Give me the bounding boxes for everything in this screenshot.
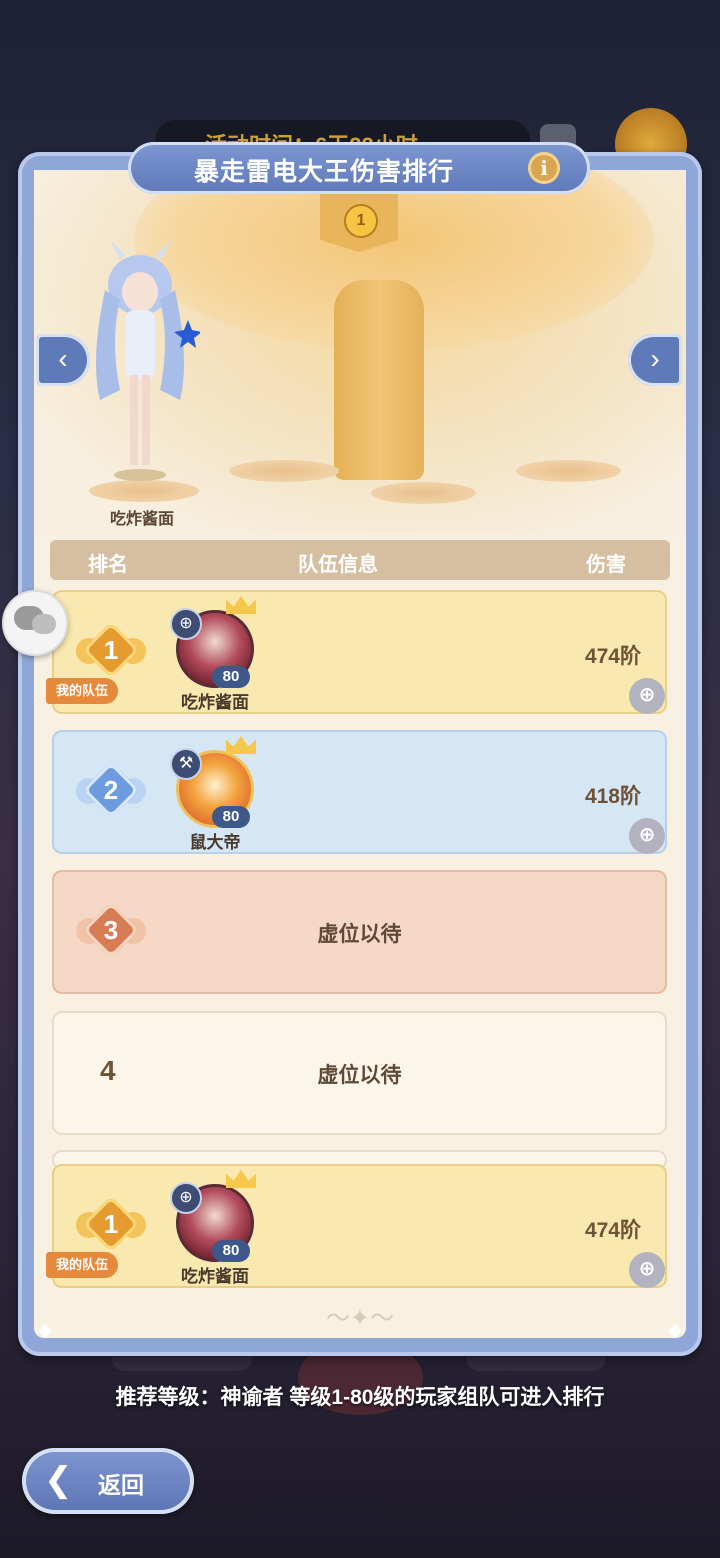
crosshair-icon: ⊕ — [170, 1182, 202, 1214]
level-requirement-text: 推荐等级：神谕者 等级1-80级的玩家组队可进入排行 — [115, 1386, 605, 1409]
crown-icon — [226, 736, 256, 754]
podium — [516, 460, 621, 482]
chevron-left-icon: ‹ — [58, 343, 68, 374]
ranking-row[interactable]: 2 ⚒ 80 鼠大帝 418阶 ⊕ — [52, 730, 667, 854]
next-boss-button[interactable]: › — [628, 334, 682, 386]
zoom-in-icon[interactable]: ⊕ — [629, 818, 665, 854]
empty-slot-text: 虚位以待 — [317, 1064, 402, 1087]
rank-1-badge: 1 — [76, 1195, 146, 1258]
member-name: 鼠大帝 — [189, 833, 241, 852]
rank-number: 2 — [103, 775, 119, 805]
ranking-row[interactable]: 1 ⊕ 80 吃炸酱面 474阶 ⊕ 我的队伍 — [46, 590, 667, 714]
chat-button[interactable] — [2, 590, 68, 656]
zoom-in-icon[interactable]: ⊕ — [629, 678, 665, 714]
chat-bubble-secondary — [32, 614, 56, 634]
member-level: 80 — [212, 806, 250, 828]
info-icon[interactable]: i — [528, 152, 560, 184]
tree-trunk — [334, 280, 424, 480]
rank-medal-icon: 1 — [344, 204, 378, 238]
back-arrow-icon: ❮ — [44, 1461, 73, 1499]
ranking-row: 4 虚位以待 — [52, 1011, 667, 1135]
rank-number: 1 — [103, 1209, 119, 1239]
rank-number: 1 — [103, 635, 119, 665]
member-level: 80 — [212, 666, 250, 688]
character-sprite[interactable] — [80, 240, 200, 490]
ranking-table-header: 排名 队伍信息 伤害 — [50, 540, 670, 580]
ranking-row: 3 虚位以待 — [52, 870, 667, 994]
my-team-row[interactable]: 1 ⊕ 80 吃炸酱面 474阶 ⊕ 我的队伍 — [46, 1164, 667, 1288]
my-team-tag: 我的队伍 — [46, 1252, 118, 1278]
back-button[interactable]: ❮ 返回 — [22, 1448, 194, 1514]
empty-slot-text: 虚位以待 — [317, 923, 402, 946]
damage-value: 418阶 — [584, 785, 641, 808]
member-name: 吃炸酱面 — [181, 693, 249, 712]
podium — [229, 460, 339, 482]
showcase-character-name: 吃炸酱面 — [109, 511, 174, 528]
header-damage: 伤害 — [586, 554, 626, 576]
member-name: 吃炸酱面 — [181, 1267, 249, 1286]
damage-value: 474阶 — [584, 645, 641, 668]
damage-value: 474阶 — [584, 1219, 641, 1242]
chevron-right-icon: › — [650, 343, 660, 374]
rank-1-badge: 1 — [76, 621, 146, 684]
panel-bottom-ornament: 〜✦〜 — [325, 1305, 395, 1332]
header-rank: 排名 — [88, 554, 128, 576]
header-team-info: 队伍信息 — [298, 554, 378, 576]
crown-icon — [226, 1170, 256, 1188]
rank-2-badge: 2 — [76, 761, 146, 824]
crown-icon — [226, 596, 256, 614]
top-rank-tag: 1 — [320, 192, 398, 252]
crosshair-icon: ⊕ — [170, 608, 202, 640]
panel-title-banner: 暴走雷电大王伤害排行 i — [128, 142, 590, 194]
back-button-label: 返回 — [98, 1472, 144, 1498]
my-team-tag: 我的队伍 — [46, 678, 118, 704]
podium — [371, 482, 476, 504]
previous-boss-button[interactable]: ‹ — [36, 334, 90, 386]
zoom-in-icon[interactable]: ⊕ — [629, 1252, 665, 1288]
pickaxe-icon: ⚒ — [170, 748, 202, 780]
member-level: 80 — [212, 1240, 250, 1262]
panel-title: 暴走雷电大王伤害排行 — [193, 158, 454, 186]
